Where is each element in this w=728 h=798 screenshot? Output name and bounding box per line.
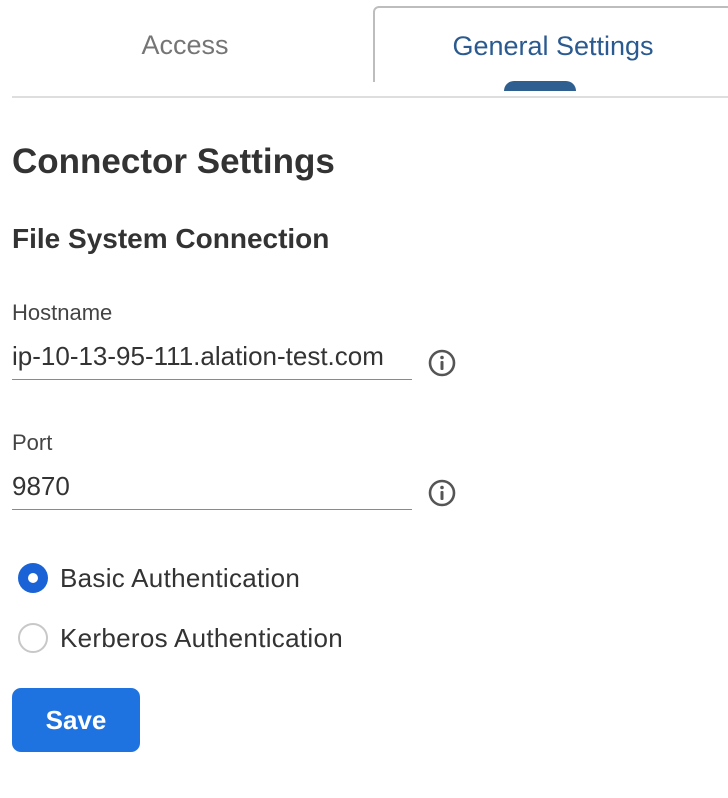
- save-button[interactable]: Save: [12, 688, 140, 752]
- section-title: File System Connection: [12, 223, 330, 254]
- radio-unselected-icon[interactable]: [18, 623, 48, 653]
- tab-access-label: Access: [141, 29, 229, 60]
- hostname-label: Hostname: [12, 300, 113, 325]
- active-tab-indicator: [504, 81, 576, 91]
- tab-bar: Access General Settings: [12, 6, 728, 98]
- radio-label: Basic Authentication: [60, 562, 301, 593]
- tab-general-settings[interactable]: General Settings: [373, 6, 728, 82]
- connector-settings-page: Access General Settings Connector Settin…: [0, 0, 728, 798]
- port-input[interactable]: [12, 468, 412, 510]
- radio-label: Kerberos Authentication: [60, 622, 343, 653]
- info-icon[interactable]: [427, 478, 457, 508]
- tab-general-settings-label: General Settings: [452, 30, 654, 61]
- radio-selected-icon[interactable]: [18, 563, 48, 593]
- info-icon[interactable]: [427, 348, 457, 378]
- radio-basic-authentication[interactable]: Basic Authentication: [12, 558, 300, 598]
- hostname-input[interactable]: [12, 338, 412, 380]
- radio-kerberos-authentication[interactable]: Kerberos Authentication: [12, 618, 343, 658]
- page-title: Connector Settings: [12, 142, 335, 181]
- tab-divider: [12, 96, 728, 98]
- port-label: Port: [12, 430, 53, 455]
- tab-access[interactable]: Access: [12, 6, 358, 82]
